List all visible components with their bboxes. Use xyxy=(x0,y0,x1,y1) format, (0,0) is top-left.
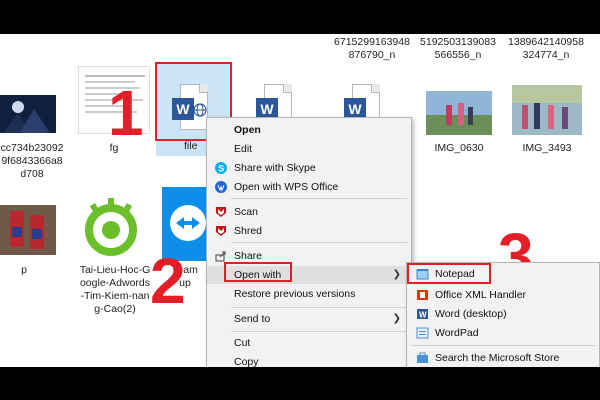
menu-cut-label: Cut xyxy=(234,337,251,349)
file-label-top-1: 6715299163948 876790_n xyxy=(334,36,410,61)
file-label-img0630: IMG_0630 xyxy=(434,142,484,154)
step1-number: 1 xyxy=(108,77,144,149)
menu-item-open-wps[interactable]: Open with WPS Office xyxy=(207,178,411,196)
menu-item-restore[interactable]: Restore previous versions xyxy=(207,285,411,303)
menu-separator xyxy=(231,307,407,308)
submenu-office-xml-label: Office XML Handler xyxy=(435,289,527,301)
menu-item-cut[interactable]: Cut xyxy=(207,334,411,352)
file-label-top-2: 5192503139083 566556_n xyxy=(420,36,496,61)
wps-icon xyxy=(215,181,227,193)
menu-share-skype-label: Share with Skype xyxy=(234,162,316,174)
menu-send-to-label: Send to xyxy=(234,313,271,325)
submenu-separator xyxy=(411,345,595,346)
file-label-img3493: IMG_3493 xyxy=(522,142,572,154)
file-thumb-img0630[interactable] xyxy=(426,91,492,135)
word-icon: W xyxy=(416,308,429,320)
file-thumb-tailieu[interactable] xyxy=(80,196,142,258)
menu-item-scan[interactable]: Scan xyxy=(207,203,411,221)
submenu-word-desktop-label: Word (desktop) xyxy=(435,308,507,320)
submenu-item-office-xml[interactable]: Office XML Handler xyxy=(407,286,599,304)
submenu-item-word-desktop[interactable]: W Word (desktop) xyxy=(407,305,599,323)
menu-open-wps-label: Open with WPS Office xyxy=(234,181,339,193)
coccoc-logo-icon xyxy=(85,198,137,256)
menu-item-send-to[interactable]: Send to ❯ xyxy=(207,310,411,328)
file-thumb-cc734[interactable] xyxy=(0,95,56,133)
file-label-p: p xyxy=(21,264,27,276)
step2-number: 2 xyxy=(150,245,186,317)
anime-image-icon xyxy=(0,95,56,133)
file-thumb-img3493[interactable] xyxy=(512,85,582,135)
skype-icon: S xyxy=(215,162,227,174)
menu-separator xyxy=(231,198,407,199)
file-thumb-p[interactable] xyxy=(0,205,56,255)
photo-image-icon xyxy=(426,91,492,135)
step2-highlight-box xyxy=(224,262,292,282)
svg-text:S: S xyxy=(218,164,224,174)
share-icon xyxy=(215,250,227,262)
file-label-top-3: 1389642140958 324774_n xyxy=(508,36,584,61)
menu-item-shred[interactable]: Shred xyxy=(207,222,411,240)
bottom-letterbox xyxy=(0,367,600,400)
menu-edit-label: Edit xyxy=(234,143,253,155)
menu-item-edit[interactable]: Edit xyxy=(207,140,411,158)
mcafee-shield-icon xyxy=(215,206,227,218)
chevron-right-icon: ❯ xyxy=(392,313,401,324)
menu-open-label: Open xyxy=(234,124,261,136)
chevron-right-icon: ❯ xyxy=(392,269,401,280)
submenu-item-store[interactable]: Search the Microsoft Store xyxy=(407,349,599,367)
file-label-tailieu: Tai-Lieu-Hoc-G oogle-Adwords -Tim-Kiem-n… xyxy=(79,264,151,315)
menu-shred-label: Shred xyxy=(234,225,263,237)
menu-item-share-skype[interactable]: S Share with Skype xyxy=(207,159,411,177)
store-icon xyxy=(416,352,429,364)
submenu-item-wordpad[interactable]: WordPad xyxy=(407,324,599,342)
step3-highlight-box xyxy=(407,263,491,284)
menu-share-label: Share xyxy=(234,250,263,262)
context-menu: Open Edit S Share with Skype Open with W… xyxy=(206,117,412,377)
menu-scan-label: Scan xyxy=(234,206,258,218)
spiderman-image-icon xyxy=(0,205,56,255)
submenu-wordpad-label: WordPad xyxy=(435,327,479,339)
menu-separator xyxy=(231,331,407,332)
mcafee-shield-icon xyxy=(215,225,227,237)
menu-restore-label: Restore previous versions xyxy=(234,288,356,300)
photo-image-icon xyxy=(512,85,582,135)
file-label-cc734: cc734b23092 9f6843366a8 d708 xyxy=(0,142,64,180)
office-icon xyxy=(416,289,429,301)
menu-separator xyxy=(231,242,407,243)
svg-text:W: W xyxy=(419,311,427,320)
menu-item-open[interactable]: Open xyxy=(207,121,411,139)
wordpad-icon xyxy=(416,327,429,339)
submenu-store-label: Search the Microsoft Store xyxy=(435,352,560,364)
